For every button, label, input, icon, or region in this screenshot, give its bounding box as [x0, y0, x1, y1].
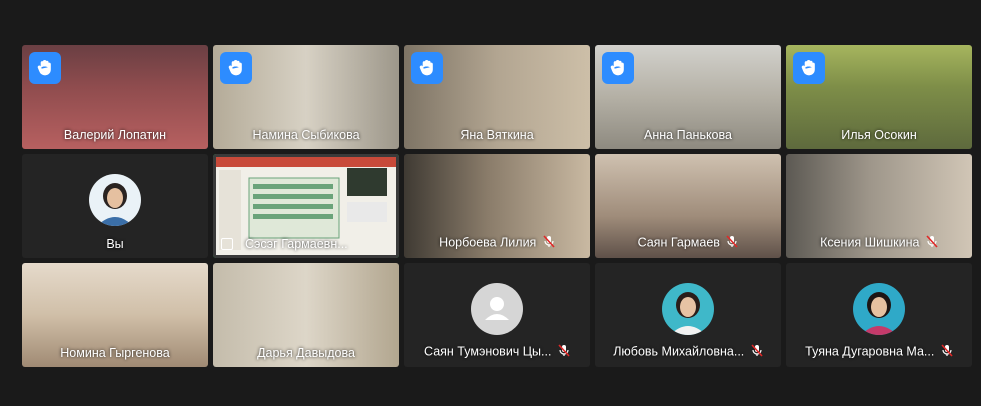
participant-name-row: Саян Тумэнович Цы...: [404, 344, 590, 360]
participant-tile[interactable]: Норбоева Лилия: [404, 154, 590, 258]
raised-hand-icon: [411, 52, 443, 84]
profile-avatar: [662, 283, 714, 335]
participant-name: Саян Тумэнович Цы...: [424, 344, 552, 359]
participant-tile[interactable]: Ксения Шишкина: [786, 154, 972, 258]
participant-tile[interactable]: Вы: [22, 154, 208, 258]
participant-name: Любовь Михайловна...: [613, 344, 745, 359]
raised-hand-icon: [220, 52, 252, 84]
participant-name-row: Туяна Дугаровна Ма...: [786, 344, 972, 360]
participant-name: Валерий Лопатин: [63, 128, 167, 142]
participant-name: Анна Панькова: [644, 128, 732, 142]
participant-tile[interactable]: Дарья Давыдова: [213, 263, 399, 367]
participant-tile[interactable]: Яна Вяткина: [404, 45, 590, 149]
person-placeholder-icon: [471, 283, 523, 335]
profile-avatar: [853, 283, 905, 335]
participant-tile-active-speaker[interactable]: Сэсэг Гармаевн...: [213, 154, 399, 258]
participant-tile[interactable]: Туяна Дугаровна Ма...: [786, 263, 972, 367]
participant-name: Саян Гармаев: [637, 235, 720, 250]
muted-mic-icon: [926, 235, 938, 251]
participant-grid: Валерий Лопатин Намина Сыбикова Яна Вятк…: [22, 45, 972, 367]
muted-mic-icon: [543, 235, 555, 251]
muted-mic-icon: [941, 344, 953, 360]
participant-tile[interactable]: Валерий Лопатин: [22, 45, 208, 149]
raised-hand-icon: [602, 52, 634, 84]
participant-tile[interactable]: Номина Гыргенова: [22, 263, 208, 367]
participant-name: Сэсэг Гармаевн...: [245, 237, 348, 251]
participant-name: Туяна Дугаровна Ма...: [805, 344, 935, 359]
participant-name-row: Норбоева Лилия: [404, 235, 590, 251]
participant-name: Ксения Шишкина: [820, 235, 920, 250]
profile-avatar: [89, 174, 141, 226]
participant-name-row: Любовь Михайловна...: [595, 344, 781, 360]
participant-tile[interactable]: Намина Сыбикова: [213, 45, 399, 149]
participant-name: Намина Сыбикова: [252, 128, 360, 142]
raised-hand-icon: [29, 52, 61, 84]
participant-name: Илья Осокин: [841, 128, 917, 142]
participant-name: Дарья Давыдова: [257, 346, 355, 360]
muted-mic-icon: [751, 344, 763, 360]
participant-name: Вы: [106, 237, 124, 251]
raised-hand-icon: [793, 52, 825, 84]
share-icon: [221, 238, 233, 250]
muted-mic-icon: [558, 344, 570, 360]
participant-tile[interactable]: Саян Гармаев: [595, 154, 781, 258]
participant-tile[interactable]: Саян Тумэнович Цы...: [404, 263, 590, 367]
participant-name: Яна Вяткина: [460, 128, 534, 142]
participant-tile[interactable]: Анна Панькова: [595, 45, 781, 149]
participant-name-row: Ксения Шишкина: [786, 235, 972, 251]
participant-tile[interactable]: Любовь Михайловна...: [595, 263, 781, 367]
muted-mic-icon: [726, 235, 739, 251]
participant-name: Номина Гыргенова: [60, 346, 170, 360]
participant-name-row: Саян Гармаев: [595, 235, 781, 251]
participant-name: Норбоева Лилия: [439, 235, 537, 250]
participant-tile[interactable]: Илья Осокин: [786, 45, 972, 149]
